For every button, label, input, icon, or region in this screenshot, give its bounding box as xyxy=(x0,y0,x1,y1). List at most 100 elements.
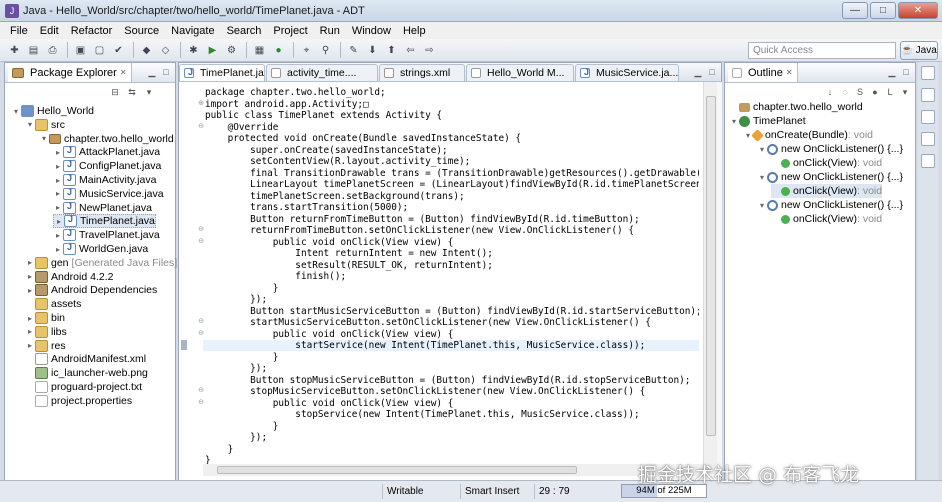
hide-local-types-icon[interactable]: L xyxy=(884,86,896,98)
menu-help[interactable]: Help xyxy=(397,25,432,37)
run-icon[interactable]: ▶ xyxy=(204,42,221,58)
tree-item[interactable]: ▸ MusicService.java xyxy=(53,187,164,201)
maximize-icon[interactable]: □ xyxy=(160,66,172,78)
sort-icon[interactable]: ↓ xyxy=(824,86,836,98)
editor-tab[interactable]: Hello_World M... xyxy=(466,64,574,81)
menu-file[interactable]: File xyxy=(4,25,34,37)
expand-toggle-icon[interactable]: ▸ xyxy=(53,148,63,157)
close-icon[interactable]: ✕ xyxy=(120,68,127,77)
expand-toggle-icon[interactable]: ▸ xyxy=(25,314,35,323)
tree-item[interactable]: ▸ TimePlanet.java xyxy=(53,214,156,229)
close-button[interactable]: ✕ xyxy=(898,2,938,19)
maximize-icon[interactable]: □ xyxy=(706,66,718,78)
new-icon[interactable]: ✚ xyxy=(6,42,23,58)
outline-tab[interactable]: Outline ✕ xyxy=(728,63,798,82)
code-area[interactable]: package chapter.two.hello_world; import a… xyxy=(203,82,699,474)
expand-toggle-icon[interactable]: ▸ xyxy=(25,286,35,295)
new-xml-file-icon[interactable]: ◇ xyxy=(157,42,174,58)
collapse-all-icon[interactable]: ⊟ xyxy=(109,86,121,98)
expand-toggle-icon[interactable]: ▸ xyxy=(25,272,35,281)
debug-icon[interactable]: ✱ xyxy=(185,42,202,58)
minimize-button[interactable]: — xyxy=(842,2,868,19)
hide-nonpublic-icon[interactable]: ● xyxy=(869,86,881,98)
tree-item[interactable]: ▸ ConfigPlanet.java xyxy=(53,159,161,173)
expand-toggle-icon[interactable]: ▾ xyxy=(39,134,49,143)
forward-icon[interactable]: ⇨ xyxy=(421,42,438,58)
tree-item[interactable]: ▾ src xyxy=(25,118,65,132)
editor-tab[interactable]: MusicService.ja... xyxy=(575,64,679,81)
back-icon[interactable]: ⇦ xyxy=(402,42,419,58)
expand-toggle-icon[interactable]: ▾ xyxy=(757,201,767,210)
save-icon[interactable]: ▤ xyxy=(25,42,42,58)
editor-tab[interactable]: activity_time.... xyxy=(266,64,378,81)
expand-toggle-icon[interactable]: ▸ xyxy=(54,217,64,226)
next-annotation-icon[interactable]: ⬇ xyxy=(364,42,381,58)
tree-item[interactable]: ▸ Android Dependencies xyxy=(25,283,157,297)
print-icon[interactable]: ⎙ xyxy=(44,42,61,58)
tree-item[interactable]: project.properties xyxy=(25,394,132,408)
tree-item[interactable]: ▾ chapter.two.hello_world xyxy=(39,132,174,146)
new-java-package-icon[interactable]: ▦ xyxy=(251,42,268,58)
tree-item[interactable]: assets xyxy=(25,297,81,311)
expand-toggle-icon[interactable]: ▾ xyxy=(729,117,739,126)
close-icon[interactable]: ✕ xyxy=(786,68,793,77)
menu-run[interactable]: Run xyxy=(314,25,346,37)
external-tools-icon[interactable]: ⚙ xyxy=(223,42,240,58)
hide-static-icon[interactable]: S xyxy=(854,86,866,98)
avd-manager-icon[interactable]: ▢ xyxy=(91,42,108,58)
search-icon[interactable]: ⚲ xyxy=(317,42,334,58)
tree-item[interactable]: ▾ Hello_World xyxy=(11,104,94,118)
logcat-icon[interactable] xyxy=(921,132,935,146)
devices-icon[interactable] xyxy=(921,154,935,168)
minimize-icon[interactable]: ▁ xyxy=(886,66,898,78)
menu-source[interactable]: Source xyxy=(118,25,165,37)
tree-item[interactable]: ▸ bin xyxy=(25,311,65,325)
console-icon[interactable] xyxy=(921,110,935,124)
sdk-manager-icon[interactable]: ▣ xyxy=(72,42,89,58)
tree-item[interactable]: ▸ Android 4.2.2 xyxy=(25,270,113,284)
editor-tab[interactable]: strings.xml xyxy=(379,64,465,81)
outline-item[interactable]: onClick(View) : void xyxy=(771,156,882,170)
tree-item[interactable]: ic_launcher-web.png xyxy=(25,366,148,380)
menu-refactor[interactable]: Refactor xyxy=(65,25,119,37)
outline-item[interactable]: ▾ new OnClickListener() {...} xyxy=(757,170,903,184)
expand-toggle-icon[interactable]: ▸ xyxy=(25,258,35,267)
minimize-icon[interactable]: ▁ xyxy=(692,66,704,78)
expand-toggle-icon[interactable]: ▸ xyxy=(25,341,35,350)
editor-tab[interactable]: TimePlanet.java✕ xyxy=(179,64,265,81)
outline-item[interactable]: ▾ new OnClickListener() {...} xyxy=(757,198,903,212)
view-menu-icon[interactable]: ▾ xyxy=(899,86,911,98)
horizontal-scrollbar[interactable] xyxy=(203,464,703,476)
view-menu-icon[interactable]: ▾ xyxy=(143,86,155,98)
vertical-scroll-thumb[interactable] xyxy=(706,96,716,436)
toggle-mark-occurrences-icon[interactable]: ✎ xyxy=(345,42,362,58)
tree-item[interactable]: ▸ AttackPlanet.java xyxy=(53,145,160,159)
vertical-scrollbar[interactable] xyxy=(703,82,717,474)
menu-edit[interactable]: Edit xyxy=(34,25,65,37)
expand-toggle-icon[interactable]: ▸ xyxy=(53,231,63,240)
menu-window[interactable]: Window xyxy=(346,25,397,37)
link-with-editor-icon[interactable]: ⇆ xyxy=(126,86,138,98)
package-explorer-tab[interactable]: Package Explorer ✕ xyxy=(8,63,132,82)
minimize-icon[interactable]: ▁ xyxy=(146,66,158,78)
tree-item[interactable]: AndroidManifest.xml xyxy=(25,352,146,366)
lint-icon[interactable]: ✔ xyxy=(110,42,127,58)
expand-toggle-icon[interactable]: ▾ xyxy=(757,145,767,154)
tree-item[interactable]: ▸ WorldGen.java xyxy=(53,242,148,256)
tree-item[interactable]: proguard-project.txt xyxy=(25,380,142,394)
hide-fields-icon[interactable]: ◌ xyxy=(839,86,851,98)
menu-project[interactable]: Project xyxy=(267,25,313,37)
outline-item[interactable]: ▾ TimePlanet xyxy=(729,114,806,128)
horizontal-scroll-thumb[interactable] xyxy=(217,466,577,474)
expand-toggle-icon[interactable]: ▸ xyxy=(25,327,35,336)
outline-item[interactable]: onClick(View) : void xyxy=(771,184,883,198)
expand-toggle-icon[interactable]: ▸ xyxy=(53,162,63,171)
tree-item[interactable]: ▸ libs xyxy=(25,325,67,339)
previous-annotation-icon[interactable]: ⬆ xyxy=(383,42,400,58)
task-list-icon[interactable] xyxy=(921,66,935,80)
tree-item[interactable]: ▸ gen [Generated Java Files] xyxy=(25,256,177,270)
new-java-class-icon[interactable]: ● xyxy=(270,42,287,58)
expand-toggle-icon[interactable]: ▸ xyxy=(53,245,63,254)
new-android-project-icon[interactable]: ◆ xyxy=(138,42,155,58)
tree-item[interactable]: ▸ TravelPlanet.java xyxy=(53,228,160,242)
